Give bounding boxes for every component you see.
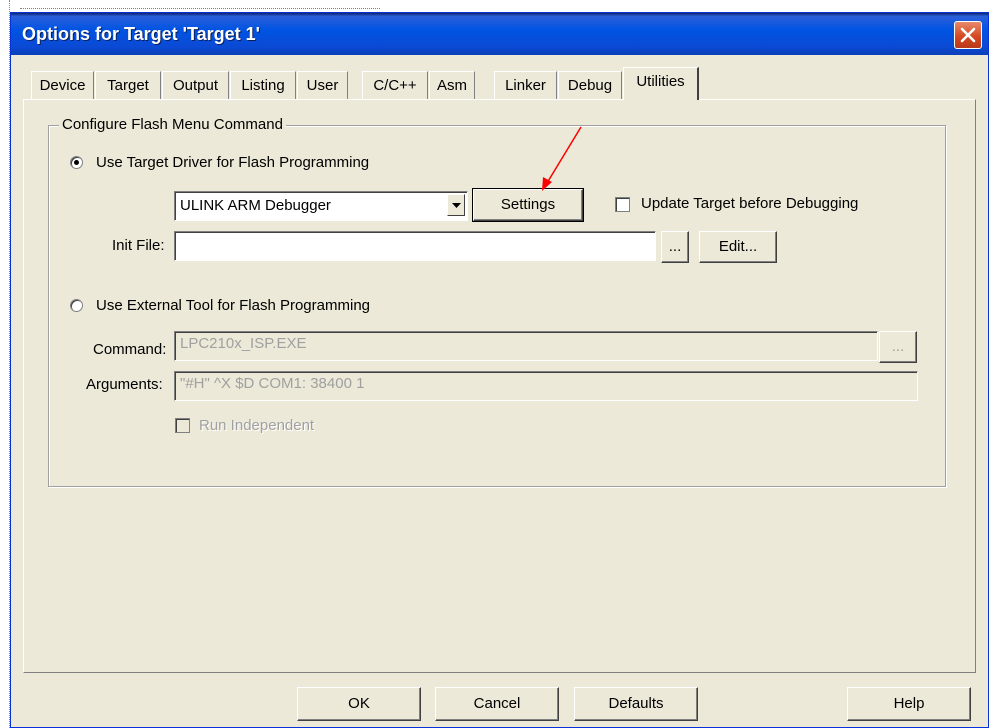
- use-target-driver-label[interactable]: Use Target Driver for Flash Programming: [96, 154, 369, 171]
- annotation-arrow-icon: [542, 126, 582, 191]
- tab-strip: Device Target Output Listing User C/C++ …: [11, 67, 988, 100]
- tab-debug[interactable]: Debug: [558, 71, 622, 99]
- init-file-browse-button[interactable]: ...: [661, 231, 689, 263]
- command-label: Command:: [93, 341, 167, 358]
- use-target-driver-radio[interactable]: [70, 156, 83, 169]
- update-target-label[interactable]: Update Target before Debugging: [641, 195, 858, 212]
- tab-utilities[interactable]: Utilities: [623, 67, 699, 100]
- tab-target[interactable]: Target: [95, 71, 161, 99]
- flash-group-label: Configure Flash Menu Command: [59, 116, 286, 133]
- run-independent-checkbox[interactable]: [175, 418, 190, 433]
- close-icon: [960, 27, 976, 43]
- use-external-tool-label[interactable]: Use External Tool for Flash Programming: [96, 297, 370, 314]
- help-button[interactable]: Help: [847, 687, 971, 721]
- tab-asm[interactable]: Asm: [429, 71, 475, 99]
- driver-dropdown-button[interactable]: [447, 194, 465, 216]
- arguments-input[interactable]: "#H" ^X $D COM1: 38400 1: [174, 371, 918, 401]
- edit-button[interactable]: Edit...: [699, 231, 777, 263]
- tab-cpp[interactable]: C/C++: [362, 71, 428, 99]
- tab-user[interactable]: User: [297, 71, 348, 99]
- use-external-tool-radio[interactable]: [70, 299, 83, 312]
- ok-button[interactable]: OK: [297, 687, 421, 721]
- chevron-down-icon: [452, 203, 461, 208]
- driver-select[interactable]: ULINK ARM Debugger: [174, 191, 468, 221]
- window-title: Options for Target 'Target 1': [22, 24, 260, 44]
- update-target-checkbox[interactable]: [615, 197, 630, 212]
- tab-output[interactable]: Output: [162, 71, 229, 99]
- tab-listing[interactable]: Listing: [230, 71, 296, 99]
- background-edge-top: [20, 0, 380, 9]
- background-edge: [0, 0, 10, 728]
- driver-select-value: ULINK ARM Debugger: [180, 197, 331, 214]
- cancel-button[interactable]: Cancel: [435, 687, 559, 721]
- close-button[interactable]: [954, 21, 982, 49]
- init-file-label: Init File:: [112, 237, 165, 254]
- command-input[interactable]: LPC210x_ISP.EXE: [174, 331, 878, 361]
- radio-selected-dot: [74, 160, 79, 165]
- init-file-input[interactable]: [174, 231, 656, 261]
- command-browse-button[interactable]: ...: [879, 331, 917, 363]
- run-independent-label[interactable]: Run Independent: [199, 417, 314, 434]
- options-dialog: Options for Target 'Target 1' Device Tar…: [10, 12, 989, 728]
- tab-linker[interactable]: Linker: [494, 71, 557, 99]
- arguments-label: Arguments:: [86, 376, 163, 393]
- title-bar[interactable]: Options for Target 'Target 1': [11, 13, 988, 55]
- tab-device[interactable]: Device: [31, 71, 94, 99]
- defaults-button[interactable]: Defaults: [574, 687, 698, 721]
